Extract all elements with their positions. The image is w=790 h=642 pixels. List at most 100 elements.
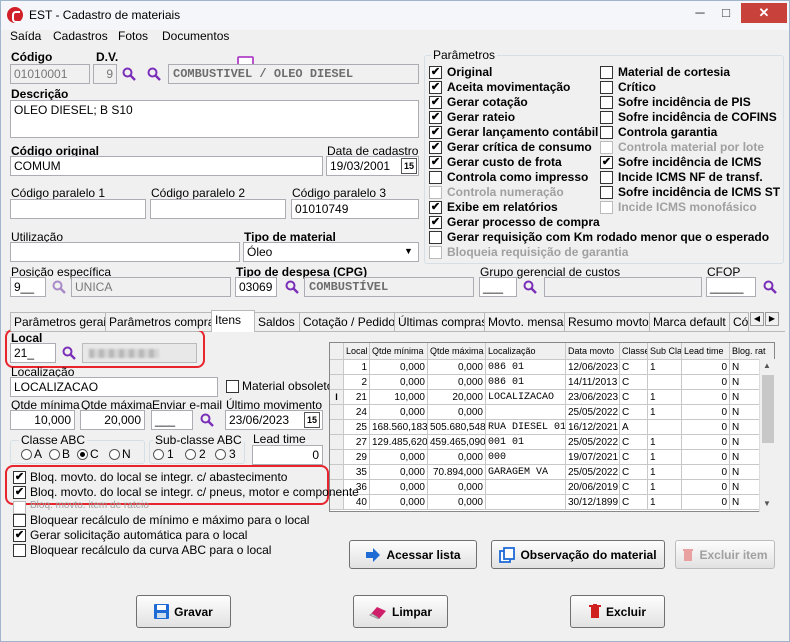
grid-cell-5-3[interactable]: 001 01 xyxy=(486,435,566,450)
grid-cell-7-0[interactable]: 35 xyxy=(344,465,370,480)
search-icon[interactable] xyxy=(122,67,136,81)
tipo-material-select[interactable]: Óleo xyxy=(243,242,419,262)
search-posicao-icon[interactable] xyxy=(52,280,66,294)
grid-cell-2-7[interactable]: 0 xyxy=(682,390,730,405)
tab-7[interactable]: Resumo movto. xyxy=(564,312,650,331)
tab-5[interactable]: Últimas compras xyxy=(394,312,485,331)
param-right-checkbox-5[interactable] xyxy=(600,141,613,154)
grid-cell-6-4[interactable]: 19/07/2021 xyxy=(566,450,620,465)
search-description-icon[interactable] xyxy=(147,67,161,81)
local-check-5[interactable] xyxy=(13,544,26,557)
grid-cell-2-2[interactable]: 20,000 xyxy=(428,390,486,405)
grid-row-indicator-3[interactable] xyxy=(330,405,344,420)
qtde-minima-field[interactable]: 10,000 xyxy=(10,410,75,430)
local-check-1[interactable]: ✔ xyxy=(13,486,26,499)
limpar-button[interactable]: Limpar xyxy=(353,595,448,628)
menu-cadastros[interactable]: Cadastros xyxy=(53,29,108,43)
subclasse-radio-1[interactable] xyxy=(153,449,164,460)
grid-cell-3-0[interactable]: 24 xyxy=(344,405,370,420)
classe-radio-N[interactable] xyxy=(109,449,120,460)
excluir-button[interactable]: Excluir xyxy=(570,595,665,628)
grid-cell-5-5[interactable]: C xyxy=(620,435,648,450)
subclasse-radio-2[interactable] xyxy=(185,449,196,460)
local-field[interactable]: 21_ xyxy=(10,343,56,363)
grid-cell-2-5[interactable]: C xyxy=(620,390,648,405)
locais-grid[interactable]: Local Qtde mínima Qtde máxima Localização Da… xyxy=(329,342,775,512)
qtde-maxima-field[interactable]: 20,000 xyxy=(80,410,145,430)
tipo-despesa-code-field[interactable]: 03069 xyxy=(235,277,277,297)
grid-scrollbar-thumb[interactable] xyxy=(762,375,774,443)
grid-row-indicator-2[interactable]: I xyxy=(330,390,344,405)
grid-cell-4-2[interactable]: 505.680,548 xyxy=(428,420,486,435)
classe-radio-C[interactable] xyxy=(77,449,88,460)
grid-cell-2-0[interactable]: 21 xyxy=(344,390,370,405)
grid-cell-9-2[interactable]: 0,000 xyxy=(428,495,486,510)
grid-cell-1-2[interactable]: 0,000 xyxy=(428,375,486,390)
grid-cell-1-4[interactable]: 14/11/2013 xyxy=(566,375,620,390)
descricao-field[interactable]: OLEO DIESEL; B S10 xyxy=(10,100,419,138)
local-check-3[interactable] xyxy=(13,514,26,527)
param-checkbox-10[interactable]: ✔ xyxy=(429,216,442,229)
grid-cell-2-6[interactable]: 1 xyxy=(648,390,682,405)
local-check-2[interactable] xyxy=(13,501,26,514)
grid-cell-9-5[interactable]: C xyxy=(620,495,648,510)
classe-radio-A[interactable] xyxy=(21,449,32,460)
param-checkbox-6[interactable]: ✔ xyxy=(429,156,442,169)
grid-cell-7-3[interactable]: GARAGEM VA xyxy=(486,465,566,480)
search-cfop-icon[interactable] xyxy=(763,280,777,294)
grid-cell-9-1[interactable]: 0,000 xyxy=(370,495,428,510)
menu-documentos[interactable]: Documentos xyxy=(162,29,229,43)
paralelo1-field[interactable] xyxy=(10,199,146,219)
grid-cell-4-6[interactable] xyxy=(648,420,682,435)
grid-header-6[interactable]: Sub Cla xyxy=(648,343,682,360)
subclasse-radio-3[interactable] xyxy=(215,449,226,460)
classe-radio-B[interactable] xyxy=(49,449,60,460)
posicao-code-field[interactable]: 9__ xyxy=(10,277,46,297)
grid-cell-7-1[interactable]: 0,000 xyxy=(370,465,428,480)
grid-cell-8-2[interactable]: 0,000 xyxy=(428,480,486,495)
grid-cell-0-7[interactable]: 0 xyxy=(682,360,730,375)
tab-8[interactable]: Marca default xyxy=(649,312,730,331)
dv-field[interactable]: 9 xyxy=(93,64,117,84)
param-checkbox-4[interactable]: ✔ xyxy=(429,126,442,139)
grid-cell-1-1[interactable]: 0,000 xyxy=(370,375,428,390)
tab-scroll-left-icon[interactable]: ◀ xyxy=(750,312,764,326)
tab-6[interactable]: Movto. mensal xyxy=(484,312,565,331)
grid-cell-7-7[interactable]: 0 xyxy=(682,465,730,480)
grid-cell-5-6[interactable]: 1 xyxy=(648,435,682,450)
grid-cell-7-6[interactable]: 1 xyxy=(648,465,682,480)
grid-cell-8-3[interactable] xyxy=(486,480,566,495)
grid-header-3[interactable]: Localização xyxy=(486,343,566,360)
grid-header-7[interactable]: Lead time xyxy=(682,343,730,360)
codigo-field[interactable]: 01010001 xyxy=(10,64,90,84)
grid-cell-4-7[interactable]: 0 xyxy=(682,420,730,435)
calendar-icon-2[interactable]: 15 xyxy=(304,412,320,428)
grid-cell-5-4[interactable]: 25/05/2022 xyxy=(566,435,620,450)
param-right-checkbox-3[interactable] xyxy=(600,111,613,124)
grid-cell-2-1[interactable]: 10,000 xyxy=(370,390,428,405)
tab-2[interactable]: Itens xyxy=(211,310,255,332)
param-checkbox-9[interactable]: ✔ xyxy=(429,201,442,214)
grid-cell-9-6[interactable]: 1 xyxy=(648,495,682,510)
acessar-lista-button[interactable]: Acessar lista xyxy=(349,540,477,569)
cfop-field[interactable]: _____ xyxy=(706,277,756,297)
grid-cell-0-3[interactable]: 086 01 xyxy=(486,360,566,375)
grid-cell-3-6[interactable]: 1 xyxy=(648,405,682,420)
local-check-0[interactable]: ✔ xyxy=(13,471,26,484)
grid-cell-5-7[interactable]: 0 xyxy=(682,435,730,450)
search-local-icon[interactable] xyxy=(62,346,76,360)
grid-cell-8-5[interactable]: C xyxy=(620,480,648,495)
paralelo2-field[interactable] xyxy=(150,199,286,219)
param-right-checkbox-6[interactable]: ✔ xyxy=(600,156,613,169)
param-checkbox-1[interactable]: ✔ xyxy=(429,81,442,94)
grid-cell-4-5[interactable]: A xyxy=(620,420,648,435)
grid-cell-8-7[interactable]: 0 xyxy=(682,480,730,495)
grid-cell-6-3[interactable]: 000 xyxy=(486,450,566,465)
grid-cell-9-4[interactable]: 30/12/1899 xyxy=(566,495,620,510)
param-checkbox-7[interactable] xyxy=(429,171,442,184)
grid-cell-4-3[interactable]: RUA DIESEL 01 xyxy=(486,420,566,435)
menu-saida[interactable]: Saída xyxy=(10,29,41,43)
grid-cell-2-3[interactable]: LOCALIZACAO xyxy=(486,390,566,405)
grid-cell-5-0[interactable]: 27 xyxy=(344,435,370,450)
grid-cell-8-6[interactable]: 1 xyxy=(648,480,682,495)
